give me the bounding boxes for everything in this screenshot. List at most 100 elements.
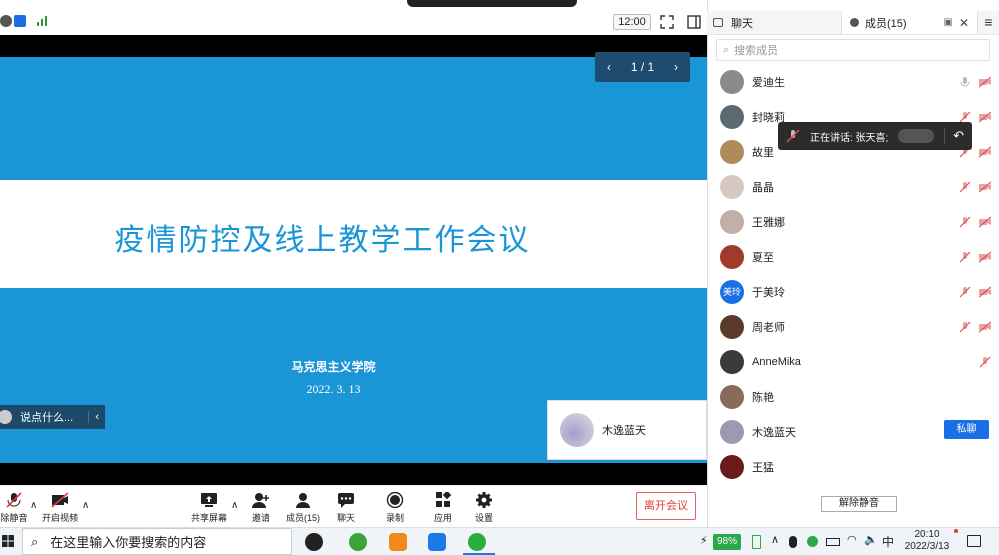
wechat-icon[interactable] [468,533,486,551]
windows-start-icon[interactable] [2,535,14,547]
apps-label: 应用 [433,513,452,523]
window-title-pill[interactable] [407,0,577,7]
side-panel-tabs: 聊天 成员(15) ▣ ✕ ≡ [707,11,999,35]
reply-icon[interactable]: ↶ [944,128,972,144]
start-video-label: 开启视频 [41,513,78,523]
menu-icon[interactable]: ≡ [977,11,999,34]
mic-muted-icon[interactable] [959,181,971,193]
member-row[interactable]: 爱迪生 [707,64,999,99]
member-name: 周老师 [752,321,785,334]
settings-label: 设置 [474,513,493,523]
chat-input-placeholder: 说点什么... [20,412,74,424]
mic-muted-icon[interactable] [959,321,971,333]
ime-indicator[interactable]: 中 [882,533,894,550]
member-avatar [720,384,744,409]
chevron-left-icon[interactable]: ‹ [607,60,611,74]
taskbar-search-placeholder: 在这里输入你要搜索的内容 [50,535,207,550]
unmute-all-button[interactable]: 解除静音 [821,496,897,512]
close-icon[interactable]: ✕ [959,16,969,30]
mic-muted-icon[interactable] [959,286,971,298]
share-screen-button[interactable]: 共享屏幕 [189,492,229,524]
member-name: 于美玲 [752,286,785,299]
member-name: 爱迪生 [752,76,785,89]
member-search-input[interactable]: ⌕ 搜索成员 [716,39,990,61]
tray-app-icon[interactable] [807,536,818,547]
private-chat-button[interactable]: 私聊 [944,420,989,439]
tab-chat[interactable]: 聊天 [707,11,842,34]
member-row[interactable]: 陈艳 [707,379,999,414]
camera-off-icon[interactable] [979,181,991,193]
member-row[interactable]: AnneMika [707,344,999,379]
wifi-icon[interactable]: ◠ [847,533,857,546]
member-avatar [720,139,744,164]
tab-members[interactable]: 成员(15) ▣ ✕ [842,11,977,34]
collapse-chevron-icon[interactable]: ‹ [88,411,105,423]
mic-icon[interactable] [959,76,971,88]
emoji-icon[interactable] [0,410,12,424]
camera-off-icon[interactable] [979,111,991,123]
apps-button[interactable]: 应用 [423,492,463,524]
taskbar-clock[interactable]: 20:10 2022/3/13 [900,529,954,553]
member-row[interactable]: 美玲 于美玲 [707,274,999,309]
tray-expand-chevron-icon[interactable]: ∧ [771,533,779,546]
member-row[interactable]: 王猛 [707,449,999,484]
layout-toggle-icon[interactable] [687,15,701,29]
member-avatar [720,454,744,479]
invite-button[interactable]: 邀请 [241,492,281,524]
camera-off-icon[interactable] [979,146,991,158]
member-row[interactable]: 周老师 [707,309,999,344]
camera-off-icon[interactable] [979,286,991,298]
mic-muted-icon[interactable] [959,251,971,263]
chat-button[interactable]: 聊天 [326,492,366,524]
member-row[interactable]: 晶晶 [707,169,999,204]
member-row[interactable]: 夏至 [707,239,999,274]
self-video-tile[interactable]: 木逸蓝天 [547,400,707,460]
battery-icon[interactable] [752,535,761,549]
camera-off-icon[interactable] [979,251,991,263]
slide-pager: ‹ 1 / 1 › [595,52,690,82]
quick-chat-input[interactable]: 说点什么... ‹ [0,405,105,429]
mic-muted-icon[interactable] [959,216,971,228]
fullscreen-icon[interactable] [660,15,674,29]
unmute-button[interactable]: 除静音 [0,492,34,524]
mic-tray-icon[interactable] [789,536,797,548]
camera-off-icon[interactable] [979,76,991,88]
slide-title: 疫情防控及线上教学工作会议 [114,224,531,257]
camera-off-icon[interactable] [979,321,991,333]
speaking-text: 正在讲话: 张天喜; [810,132,889,144]
share-options-chevron-icon[interactable]: ∧ [231,500,238,511]
notification-dot [954,529,958,533]
start-video-button[interactable]: 开启视频 [40,492,80,524]
tab-members-label: 成员(15) [865,17,907,30]
battery-percent[interactable]: 98% [713,534,741,550]
mic-muted-icon[interactable] [979,356,991,368]
app-icon-1[interactable] [305,533,323,551]
notification-center-icon[interactable] [967,535,981,547]
taskbar-search-box[interactable]: ⌕ 在这里输入你要搜索的内容 [22,528,292,555]
video-options-chevron-icon[interactable]: ∧ [82,500,89,511]
volume-icon[interactable]: 🔈 [864,533,878,546]
member-row[interactable]: 王雅娜 [707,204,999,239]
page-indicator: 1 / 1 [630,60,655,74]
plug-icon[interactable]: ⚡ [700,534,708,547]
slide-school-name: 马克思主义学院 [291,360,376,374]
camera-off-icon[interactable] [979,216,991,228]
members-button[interactable]: 成员(15) [283,492,323,524]
browser-icon[interactable] [349,533,367,551]
shield-icon[interactable] [14,15,26,27]
settings-button[interactable]: 设置 [464,492,504,524]
app-icon-3[interactable] [389,533,407,551]
taskbar-time: 20:10 [914,529,940,540]
popout-icon[interactable]: ▣ [943,17,952,28]
meeting-app-icon[interactable] [428,533,446,551]
display-icon[interactable] [826,538,840,546]
member-name: 夏至 [752,251,774,264]
member-name: 陈艳 [752,391,774,404]
record-button[interactable]: 录制 [375,492,415,524]
unmute-options-chevron-icon[interactable]: ∧ [30,500,37,511]
mic-muted-icon[interactable] [959,111,971,123]
chevron-right-icon[interactable]: › [674,60,678,74]
signal-icon[interactable] [36,15,48,27]
record-indicator-icon [0,15,12,27]
leave-meeting-button[interactable]: 离开会议 [636,492,696,520]
